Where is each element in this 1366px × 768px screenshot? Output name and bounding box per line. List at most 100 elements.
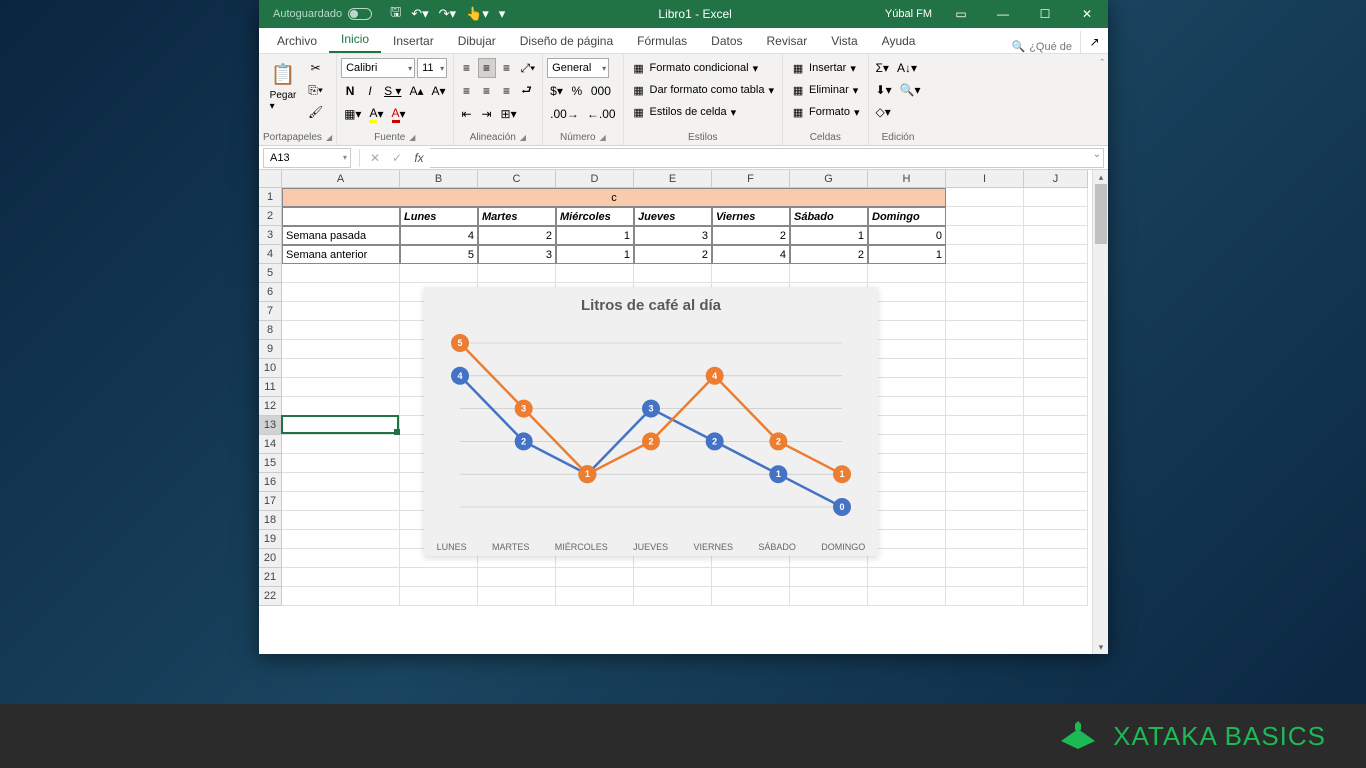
paste-button[interactable]: 📋 Pegar▾: [263, 58, 303, 114]
row-label[interactable]: Semana pasada: [282, 226, 400, 245]
data-cell[interactable]: 1: [556, 226, 634, 245]
font-size-combo[interactable]: 11: [417, 58, 447, 78]
underline-button[interactable]: S ▾: [381, 81, 404, 101]
select-all-corner[interactable]: [259, 170, 282, 188]
number-format-combo[interactable]: General: [547, 58, 609, 78]
insert-cells-button[interactable]: ▦Insertar ▾: [787, 58, 864, 78]
col-header-H[interactable]: H: [868, 170, 946, 188]
format-painter-icon[interactable]: 🖌: [305, 102, 326, 122]
tab-view[interactable]: Vista: [819, 29, 869, 53]
row-header-20[interactable]: 20: [259, 549, 282, 568]
data-cell[interactable]: 3: [478, 245, 556, 264]
row-header-5[interactable]: 5: [259, 264, 282, 283]
row-header-22[interactable]: 22: [259, 587, 282, 606]
data-cell[interactable]: 0: [868, 226, 946, 245]
formula-input[interactable]: [430, 148, 1104, 168]
col-header-B[interactable]: B: [400, 170, 478, 188]
dialog-launcher-icon[interactable]: ◢: [520, 133, 526, 142]
font-color-icon[interactable]: A▾: [389, 104, 409, 124]
collapse-ribbon-icon[interactable]: ˆ: [1096, 54, 1108, 145]
dialog-launcher-icon[interactable]: ◢: [409, 133, 415, 142]
row-header-13[interactable]: 13: [259, 416, 282, 435]
row-header-15[interactable]: 15: [259, 454, 282, 473]
row-header-9[interactable]: 9: [259, 340, 282, 359]
col-header-F[interactable]: F: [712, 170, 790, 188]
conditional-format-button[interactable]: ▦Formato condicional ▾: [628, 58, 778, 78]
col-header-C[interactable]: C: [478, 170, 556, 188]
merged-header[interactable]: c: [282, 188, 946, 207]
align-center-icon[interactable]: ≡: [478, 81, 496, 101]
decrease-indent-icon[interactable]: ⇤: [458, 104, 476, 124]
bold-button[interactable]: N: [341, 81, 359, 101]
data-cell[interactable]: 2: [712, 226, 790, 245]
row-header-7[interactable]: 7: [259, 302, 282, 321]
font-name-combo[interactable]: Calibri: [341, 58, 415, 78]
row-header-8[interactable]: 8: [259, 321, 282, 340]
share-button[interactable]: ↗: [1080, 31, 1108, 53]
decrease-decimal-icon[interactable]: ←.00: [584, 104, 619, 124]
format-cells-button[interactable]: ▦Formato ▾: [787, 102, 864, 122]
data-header[interactable]: Miércoles: [556, 207, 634, 226]
row-header-12[interactable]: 12: [259, 397, 282, 416]
data-header[interactable]: Viernes: [712, 207, 790, 226]
italic-button[interactable]: I: [361, 81, 379, 101]
autosave-toggle[interactable]: Autoguardado: [273, 8, 372, 20]
touch-icon[interactable]: 👆▾: [466, 6, 489, 22]
data-cell[interactable]: 5: [400, 245, 478, 264]
tab-home[interactable]: Inicio: [329, 27, 381, 53]
close-icon[interactable]: ✕: [1066, 0, 1108, 28]
wrap-text-icon[interactable]: ⮐: [518, 81, 536, 101]
tab-insert[interactable]: Insertar: [381, 29, 446, 53]
row-header-10[interactable]: 10: [259, 359, 282, 378]
toggle-switch[interactable]: [348, 8, 372, 20]
tab-data[interactable]: Datos: [699, 29, 754, 53]
data-header[interactable]: [282, 207, 400, 226]
currency-icon[interactable]: $▾: [547, 81, 566, 101]
merge-icon[interactable]: ⊞▾: [498, 104, 520, 124]
copy-icon[interactable]: ⎘▾: [305, 80, 326, 100]
scroll-down-icon[interactable]: ▾: [1093, 640, 1108, 654]
scroll-up-icon[interactable]: ▴: [1093, 170, 1108, 184]
cell-styles-button[interactable]: ▦Estilos de celda ▾: [628, 102, 778, 122]
orientation-icon[interactable]: ⤢▾: [518, 58, 539, 78]
row-header-14[interactable]: 14: [259, 435, 282, 454]
vertical-scrollbar[interactable]: ▴ ▾: [1092, 170, 1108, 654]
row-header-3[interactable]: 3: [259, 226, 282, 245]
user-name[interactable]: Yúbal FM: [885, 8, 932, 20]
col-header-A[interactable]: A: [282, 170, 400, 188]
col-header-D[interactable]: D: [556, 170, 634, 188]
data-header[interactable]: Sábado: [790, 207, 868, 226]
row-header-16[interactable]: 16: [259, 473, 282, 492]
row-header-18[interactable]: 18: [259, 511, 282, 530]
redo-icon[interactable]: ↷▾: [439, 6, 456, 22]
minimize-icon[interactable]: —: [982, 0, 1024, 28]
tab-file[interactable]: Archivo: [265, 29, 329, 53]
tab-review[interactable]: Revisar: [755, 29, 820, 53]
percent-icon[interactable]: %: [568, 81, 586, 101]
clear-icon[interactable]: ◇▾: [873, 102, 894, 122]
align-middle-icon[interactable]: ≡: [478, 58, 496, 78]
col-header-I[interactable]: I: [946, 170, 1024, 188]
data-cell[interactable]: 4: [400, 226, 478, 245]
tell-me-search[interactable]: 🔍 ¿Qué de: [1011, 40, 1080, 53]
fill-color-icon[interactable]: A▾: [366, 104, 386, 124]
dialog-launcher-icon[interactable]: ◢: [600, 133, 606, 142]
borders-icon[interactable]: ▦▾: [341, 104, 364, 124]
maximize-icon[interactable]: ☐: [1024, 0, 1066, 28]
align-top-icon[interactable]: ≡: [458, 58, 476, 78]
data-cell[interactable]: 1: [790, 226, 868, 245]
data-cell[interactable]: 1: [556, 245, 634, 264]
save-icon[interactable]: 🖫: [390, 3, 401, 25]
data-header[interactable]: Martes: [478, 207, 556, 226]
data-cell[interactable]: 4: [712, 245, 790, 264]
scroll-thumb[interactable]: [1095, 184, 1107, 244]
fx-icon[interactable]: fx: [408, 151, 430, 165]
undo-icon[interactable]: ↶▾: [411, 6, 428, 22]
row-header-21[interactable]: 21: [259, 568, 282, 587]
sort-filter-icon[interactable]: A↓▾: [894, 58, 920, 78]
tab-layout[interactable]: Diseño de página: [508, 29, 625, 53]
thousands-icon[interactable]: 000: [588, 81, 614, 101]
row-header-4[interactable]: 4: [259, 245, 282, 264]
tab-draw[interactable]: Dibujar: [446, 29, 508, 53]
data-cell[interactable]: 2: [634, 245, 712, 264]
